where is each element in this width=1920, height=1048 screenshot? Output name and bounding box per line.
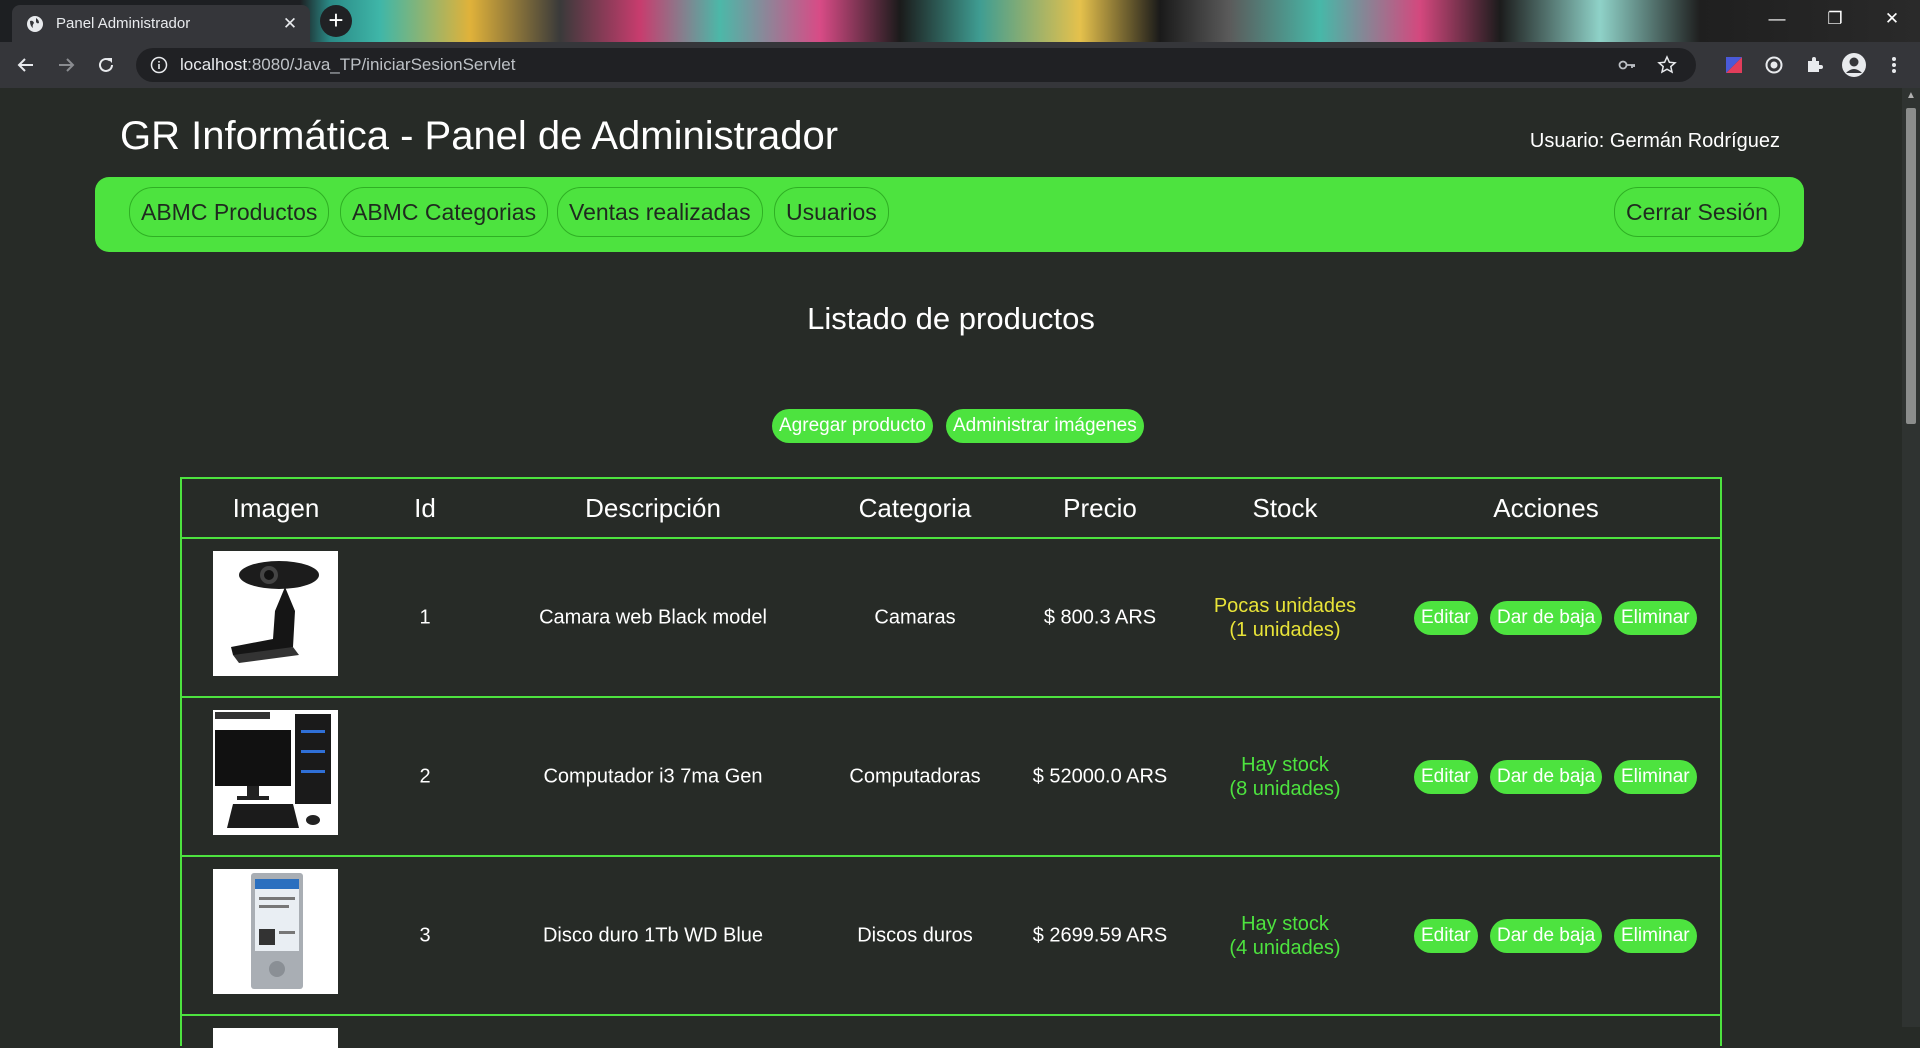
nav-abmc-categorias[interactable]: ABMC Categorias [340,187,549,237]
window-controls: — ❐ ✕ [1748,0,1920,38]
close-window-button[interactable]: ✕ [1864,0,1920,38]
product-description: Disco duro 1Tb WD Blue [542,924,764,946]
hard-drive-image [213,869,338,994]
record-icon[interactable] [1760,49,1788,81]
product-category: Discos duros [857,924,973,946]
globe-icon [27,15,43,32]
new-tab-button[interactable]: + [320,5,352,37]
reload-icon[interactable] [86,45,126,85]
user-label: Usuario: Germán Rodríguez [1529,130,1780,152]
product-image [213,1028,338,1048]
browser-toolbar: localhost:8080/Java_TP/iniciarSesionServ… [0,42,1920,88]
minimize-button[interactable]: — [1748,0,1806,38]
tab-close-icon[interactable]: ✕ [278,14,302,34]
delete-button[interactable]: Eliminar [1614,600,1697,635]
table-row [182,1016,1720,1048]
stock-status: Hay stock (8 unidades) [1229,753,1341,800]
header-precio: Precio [1063,493,1137,523]
menu-dots-icon[interactable] [1880,49,1908,81]
products-table: Imagen Id Descripción Categoria Precio S… [180,477,1722,1048]
scrollbar-thumb[interactable] [1906,108,1916,424]
header-categoria: Categoria [858,493,972,523]
deactivate-button[interactable]: Dar de baja [1490,759,1603,794]
profile-avatar-icon[interactable] [1840,49,1868,81]
key-icon[interactable] [1616,54,1638,76]
delete-button[interactable]: Eliminar [1614,759,1697,794]
product-category: Camaras [874,606,956,628]
deactivate-button[interactable]: Dar de baja [1490,600,1603,635]
logout-button[interactable]: Cerrar Sesión [1614,187,1780,237]
page-title: GR Informática - Panel de Administrador [120,114,839,158]
restore-button[interactable]: ❐ [1806,0,1864,38]
header-id: Id [414,493,436,523]
add-product-button[interactable]: Agregar producto [772,409,933,443]
product-id: 1 [419,606,431,628]
table-header: Imagen Id Descripción Categoria Precio S… [182,479,1720,539]
admin-navbar: ABMC Productos ABMC Categorias Ventas re… [95,177,1804,252]
section-title: Listado de productos [807,301,1095,336]
browser-tab[interactable]: Panel Administrador ✕ [12,5,310,42]
product-category: Computadoras [849,765,981,787]
edit-button[interactable]: Editar [1414,759,1478,794]
url-text: localhost:8080/Java_TP/iniciarSesionServ… [180,55,516,74]
deactivate-button[interactable]: Dar de baja [1490,918,1603,953]
product-price: $ 2699.59 ARS [1032,924,1168,946]
browser-tab-strip: Panel Administrador ✕ + — ❐ ✕ [0,0,1920,42]
extension-icon[interactable] [1720,49,1748,81]
webcam-image [213,551,338,676]
scroll-up-icon[interactable]: ▲ [1902,90,1920,101]
product-description: Camara web Black model [539,606,767,628]
table-row: 1 Camara web Black model Camaras $ 800.3… [182,539,1720,698]
site-info-icon[interactable] [150,56,168,74]
stock-status: Hay stock (4 unidades) [1229,912,1341,959]
bookmark-star-icon[interactable] [1656,54,1678,76]
back-arrow-icon[interactable] [6,45,46,85]
forward-arrow-icon[interactable] [46,45,86,85]
nav-usuarios[interactable]: Usuarios [774,187,889,237]
page-content: GR Informática - Panel de Administrador … [0,88,1902,1048]
puzzle-icon[interactable] [1800,49,1828,81]
tab-title: Panel Administrador [56,15,191,32]
manage-images-button[interactable]: Administrar imágenes [946,409,1144,443]
product-id: 2 [419,765,431,787]
address-bar[interactable]: localhost:8080/Java_TP/iniciarSesionServ… [136,48,1696,82]
page-scrollbar[interactable]: ▲ [1902,88,1920,1027]
header-descripcion: Descripción [585,493,721,523]
edit-button[interactable]: Editar [1414,600,1478,635]
computer-image [213,710,338,835]
nav-ventas-realizadas[interactable]: Ventas realizadas [557,187,763,237]
product-id: 3 [419,924,431,946]
header-acciones: Acciones [1493,493,1599,523]
delete-button[interactable]: Eliminar [1614,918,1697,953]
table-row: 2 Computador i3 7ma Gen Computadoras $ 5… [182,698,1720,857]
product-description: Computador i3 7ma Gen [543,765,763,787]
edit-button[interactable]: Editar [1414,918,1478,953]
product-price: $ 52000.0 ARS [1032,765,1168,787]
nav-abmc-productos[interactable]: ABMC Productos [129,187,330,237]
extensions-area [1720,49,1908,81]
stock-status: Pocas unidades (1 unidades) [1213,594,1357,641]
product-price: $ 800.3 ARS [1043,606,1157,628]
table-row: 3 Disco duro 1Tb WD Blue Discos duros $ … [182,857,1720,1016]
header-stock: Stock [1252,493,1318,523]
header-imagen: Imagen [232,493,320,523]
